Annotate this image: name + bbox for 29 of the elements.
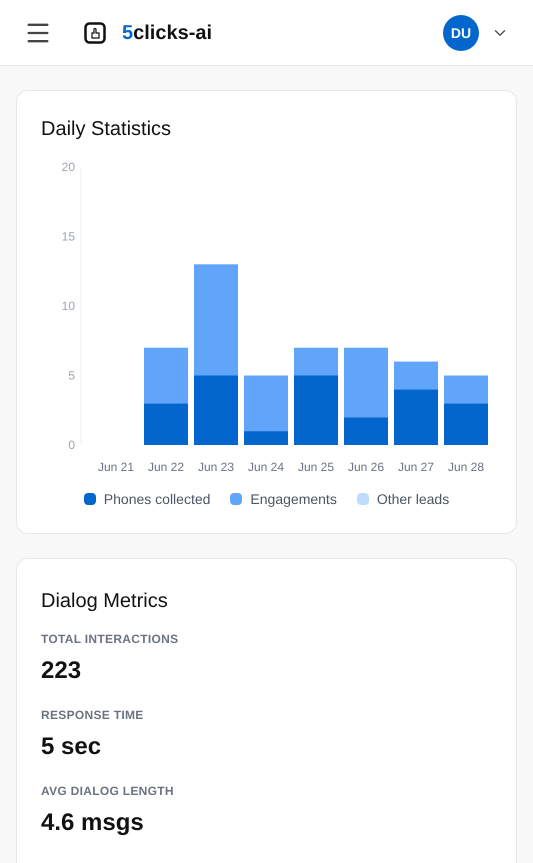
metric-label: AVG DIALOG LENGTH (41, 783, 175, 799)
hand-pointer-icon (84, 22, 106, 44)
metric-label: RESPONSE TIME (41, 707, 145, 723)
metric-value: 223 (41, 656, 82, 686)
metric-label: TOTAL INTERACTIONS (41, 631, 180, 647)
legend-label: Phones collected (104, 490, 210, 509)
axis-tick-label: Jun 28 (448, 460, 484, 474)
card-title: Daily Statistics (41, 117, 172, 142)
axis-tick-label: 20 (62, 160, 75, 174)
user-avatar[interactable]: DU (443, 14, 479, 50)
axis-tick-label: 0 (68, 438, 75, 452)
axis-tick-label: Jun 23 (198, 460, 234, 474)
axis-tick-label: 10 (62, 299, 75, 313)
axis-tick-label: Jun 27 (398, 460, 434, 474)
axis-tick-label: 5 (68, 368, 75, 382)
axis-tick-label: Jun 26 (348, 460, 384, 474)
bar (144, 348, 188, 404)
axis-tick-label: Jun 21 (98, 460, 134, 474)
metric-value: 5 sec (41, 732, 102, 762)
axis-tick-label: 15 (62, 230, 75, 244)
legend-label: Other leads (376, 490, 450, 509)
metric-value: 4.6 msgs (41, 808, 145, 838)
axis-tick-label: Jun 25 (298, 460, 334, 474)
axis-tick-label: Jun 22 (148, 460, 184, 474)
legend-label: Engagements (250, 490, 337, 509)
card-title: Dialog Metrics (41, 589, 169, 614)
brand-name: 5clicks-ai (122, 20, 212, 46)
axis-tick-label: Jun 24 (248, 460, 284, 474)
bar (144, 403, 188, 445)
